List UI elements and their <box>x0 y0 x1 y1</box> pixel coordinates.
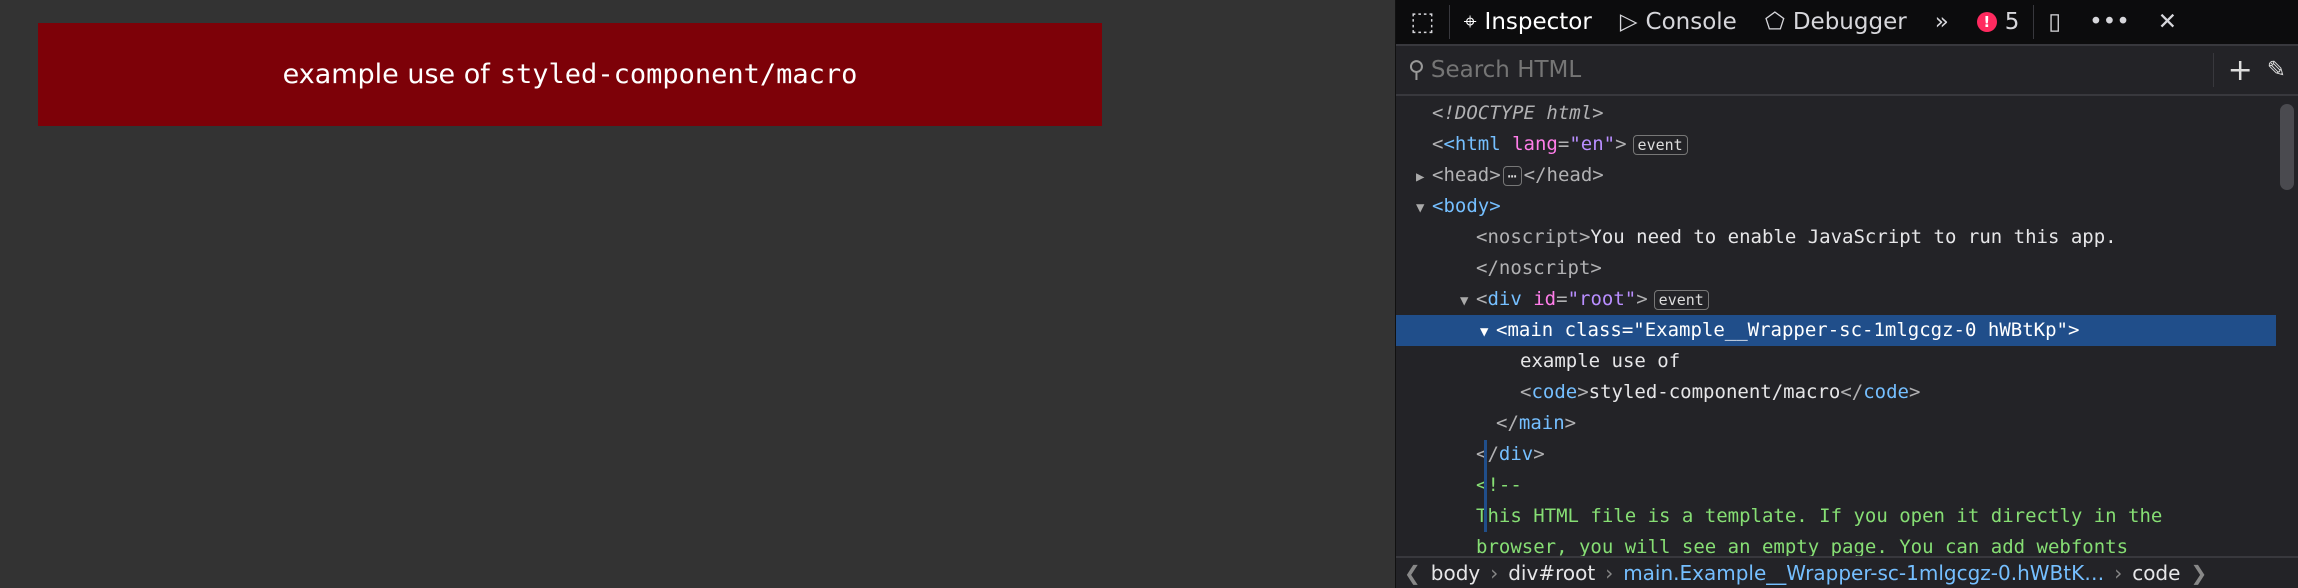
banner-code: styled-component/macro <box>499 59 858 90</box>
chevron-right-icon[interactable]: ❯ <box>2190 561 2207 585</box>
error-count-button[interactable]: ! 5 <box>1963 0 2034 44</box>
chevron-right-icon: › <box>1605 561 1614 585</box>
expand-arrow-icon[interactable]: ▶ <box>1416 162 1432 193</box>
devtools-panel: ⬚ ⌖ Inspector ▷ Console ⬠ Debugger » ! 5 ▯ •… <box>1395 0 2298 588</box>
indent-guide <box>1484 440 1487 532</box>
chevron-right-icon: › <box>2114 561 2123 585</box>
banner-text: example use of <box>282 59 490 90</box>
tree-node-head[interactable]: ▶ <head> ⋯ </head> <box>1396 160 2276 191</box>
tab-console[interactable]: ▷ Console <box>1606 0 1751 44</box>
breadcrumb: ❮ body › div#root › main.Example__Wrapper-… <box>1396 556 2298 588</box>
tree-node-body[interactable]: ▼ <body> <box>1396 191 2276 222</box>
tree-node-code[interactable]: <code>styled-component/macro</code> <box>1396 377 2276 408</box>
tree-node-noscript[interactable]: <noscript>You need to enable JavaScript … <box>1396 222 2276 253</box>
markup-tree: <!DOCTYPE html> <<html lang="en"> event ▶… <box>1396 98 2276 556</box>
breadcrumb-item[interactable]: div#root <box>1508 561 1595 585</box>
chevron-right-icon: › <box>1490 561 1499 585</box>
collapse-arrow-icon[interactable]: ▼ <box>1480 317 1496 348</box>
breadcrumb-item[interactable]: main.Example__Wrapper-sc-1mlgcgz-0.hWBtK… <box>1623 561 2104 585</box>
breadcrumb-item[interactable]: body <box>1431 561 1480 585</box>
comment-line: This HTML file is a template. If you ope… <box>1476 505 2163 527</box>
tab-inspector[interactable]: ⌖ Inspector <box>1450 0 1606 44</box>
tree-node-html[interactable]: <<html lang="en"> event <box>1396 129 2276 160</box>
inspector-icon: ⌖ <box>1463 9 1477 35</box>
plus-icon[interactable]: + <box>2214 53 2267 88</box>
page-viewport: example use of styled-component/macro <box>0 0 1395 588</box>
breadcrumb-item[interactable]: code <box>2132 561 2180 585</box>
collapse-arrow-icon[interactable]: ▼ <box>1416 193 1432 224</box>
devtools-toolbar: ⬚ ⌖ Inspector ▷ Console ⬠ Debugger » ! 5 ▯ •… <box>1396 0 2298 46</box>
collapse-arrow-icon[interactable]: ▼ <box>1460 286 1476 317</box>
chevrons-right-icon[interactable]: » <box>1921 0 1963 44</box>
comment-line: browser, you will see an empty page. You… <box>1476 536 2129 556</box>
tree-node-noscript-close: </noscript> <box>1476 257 1602 279</box>
eyedropper-icon[interactable]: ✎ <box>2267 57 2286 83</box>
search-input[interactable] <box>1430 57 2213 83</box>
tree-node-comment[interactable]: <!-- <box>1396 470 2276 501</box>
responsive-mode-icon[interactable]: ▯ <box>2034 0 2075 44</box>
tree-node-div-close: </div> <box>1476 443 1545 465</box>
example-wrapper: example use of styled-component/macro <box>38 23 1102 126</box>
tree-node-main-selected[interactable]: ▼ <main class="Example__Wrapper-sc-1mlgcg… <box>1396 315 2276 346</box>
scrollbar[interactable] <box>2280 104 2294 190</box>
search-bar: ⚲ + ✎ <box>1396 46 2298 96</box>
collapsed-ellipsis[interactable]: ⋯ <box>1502 166 1522 186</box>
tree-node-doctype[interactable]: <!DOCTYPE html> <box>1396 98 2276 129</box>
debugger-icon: ⬠ <box>1764 9 1785 35</box>
event-badge[interactable]: event <box>1632 135 1688 155</box>
search-icon: ⚲ <box>1408 57 1425 83</box>
tree-node-text[interactable]: example use of <box>1396 346 2276 377</box>
event-badge[interactable]: event <box>1653 290 1709 310</box>
tree-node-main-close: </main> <box>1496 412 1577 434</box>
console-icon: ▷ <box>1619 9 1638 35</box>
ellipsis-icon[interactable]: ••• <box>2075 0 2144 44</box>
tree-node-div-root[interactable]: ▼ <div id="root"> event <box>1396 284 2276 315</box>
body-tag: <body> <box>1432 195 1501 217</box>
tab-debugger[interactable]: ⬠ Debugger <box>1751 0 1921 44</box>
chevron-left-icon[interactable]: ❮ <box>1404 561 1421 585</box>
close-icon[interactable]: ✕ <box>2144 0 2191 44</box>
error-icon: ! <box>1976 12 1997 32</box>
element-picker-icon[interactable]: ⬚ <box>1396 0 1449 44</box>
